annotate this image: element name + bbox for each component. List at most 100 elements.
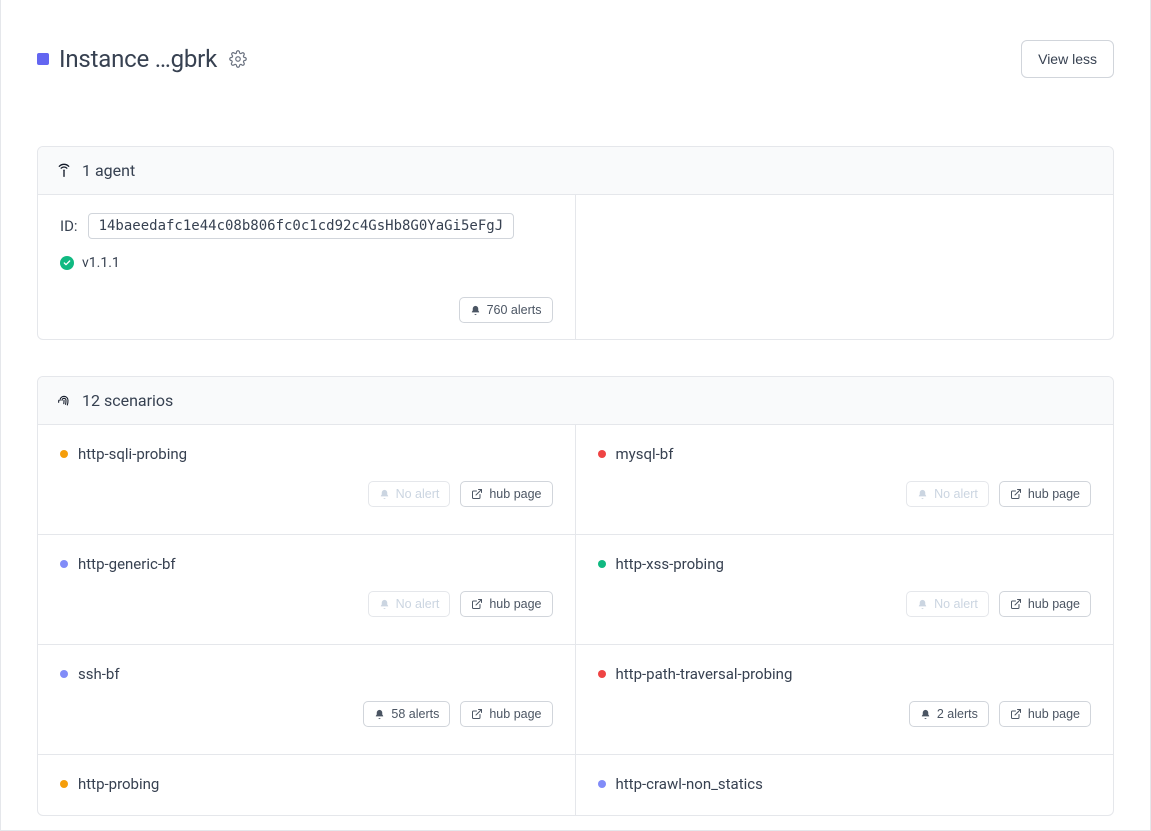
scenario-no-alert-button: No alert xyxy=(368,481,451,507)
scenario-name-row: http-crawl-non_statics xyxy=(598,775,1092,793)
page-title: Instance …gbrk xyxy=(59,45,217,73)
scenario-name: http-path-traversal-probing xyxy=(616,665,793,683)
bell-icon xyxy=(920,709,931,720)
status-dot-icon xyxy=(598,450,606,458)
bell-icon xyxy=(379,489,390,500)
scenario-footer: No alert hub page xyxy=(60,591,553,617)
bell-icon xyxy=(374,709,385,720)
scenarios-card: 12 scenarios http-sqli-probing No alert hu… xyxy=(37,376,1114,816)
status-dot-icon xyxy=(598,780,606,788)
scenario-name: ssh-bf xyxy=(78,665,120,683)
scenario-cell: http-generic-bf No alert hub page xyxy=(38,535,576,645)
agent-alerts-label: 760 alerts xyxy=(487,303,542,317)
status-dot-icon xyxy=(60,780,68,788)
agent-id-row: ID: 14baeedafc1e44c08b806fc0c1cd92c4GsHb… xyxy=(60,213,553,239)
hub-page-button[interactable]: hub page xyxy=(460,481,552,507)
hub-page-button[interactable]: hub page xyxy=(460,701,552,727)
agent-version: v1.1.1 xyxy=(82,255,120,271)
scenario-name-row: mysql-bf xyxy=(598,445,1092,463)
scenario-cell: http-sqli-probing No alert hub page xyxy=(38,425,576,535)
external-link-icon xyxy=(471,598,483,610)
scenario-footer: No alert hub page xyxy=(60,481,553,507)
scenario-cell: http-xss-probing No alert hub page xyxy=(576,535,1114,645)
scenarios-card-header: 12 scenarios xyxy=(38,377,1113,425)
agent-id-label: ID: xyxy=(60,217,78,235)
page: Instance …gbrk View less 1 agent xyxy=(0,0,1151,831)
title-wrap: Instance …gbrk xyxy=(37,45,247,73)
agent-version-row: v1.1.1 xyxy=(60,255,553,271)
hub-page-label: hub page xyxy=(489,707,541,721)
agent-cell: ID: 14baeedafc1e44c08b806fc0c1cd92c4GsHb… xyxy=(38,195,576,339)
hub-page-label: hub page xyxy=(1028,597,1080,611)
status-dot-icon xyxy=(598,560,606,568)
scenarios-body: http-sqli-probingNo alerthub pagemysql-b… xyxy=(38,425,1113,815)
agents-card-header: 1 agent xyxy=(38,147,1113,195)
bell-icon xyxy=(470,305,481,316)
external-link-icon xyxy=(1010,488,1022,500)
scenario-name: http-generic-bf xyxy=(78,555,176,573)
scenario-footer: 58 alerts hub page xyxy=(60,701,553,727)
scenario-footer: No alert hub page xyxy=(598,481,1092,507)
hub-page-button[interactable]: hub page xyxy=(460,591,552,617)
external-link-icon xyxy=(471,708,483,720)
scenario-no-alert-button: No alert xyxy=(906,481,989,507)
scenario-name-row: ssh-bf xyxy=(60,665,553,683)
scenario-name-row: http-sqli-probing xyxy=(60,445,553,463)
scenario-cell: http-probing xyxy=(38,755,576,815)
agent-cell-empty xyxy=(576,195,1114,339)
status-dot-icon xyxy=(60,560,68,568)
hub-page-button[interactable]: hub page xyxy=(999,591,1091,617)
scenario-alerts-label: No alert xyxy=(396,597,440,611)
status-dot-icon xyxy=(60,450,68,458)
scenario-no-alert-button: No alert xyxy=(906,591,989,617)
scenario-cell: http-crawl-non_statics xyxy=(576,755,1114,815)
agent-footer: 760 alerts xyxy=(60,297,553,323)
agents-body: ID: 14baeedafc1e44c08b806fc0c1cd92c4GsHb… xyxy=(38,195,1113,339)
scenario-alerts-label: 2 alerts xyxy=(937,707,978,721)
scenario-footer: 2 alerts hub page xyxy=(598,701,1092,727)
hub-page-button[interactable]: hub page xyxy=(999,481,1091,507)
scenario-cell: ssh-bf 58 alerts hub page xyxy=(38,645,576,755)
scenario-name: http-sqli-probing xyxy=(78,445,187,463)
scenario-footer: No alert hub page xyxy=(598,591,1092,617)
scenario-alerts-button[interactable]: 58 alerts xyxy=(363,701,450,727)
scenario-name: http-xss-probing xyxy=(616,555,724,573)
hub-page-button[interactable]: hub page xyxy=(999,701,1091,727)
status-dot-icon xyxy=(598,670,606,678)
scenarios-card-title: 12 scenarios xyxy=(82,391,173,410)
scenario-cell: mysql-bf No alert hub page xyxy=(576,425,1114,535)
scenario-name-row: http-path-traversal-probing xyxy=(598,665,1092,683)
bell-icon xyxy=(379,599,390,610)
hub-page-label: hub page xyxy=(1028,487,1080,501)
scenario-alerts-button[interactable]: 2 alerts xyxy=(909,701,989,727)
scenario-name: mysql-bf xyxy=(616,445,674,463)
agents-card: 1 agent ID: 14baeedafc1e44c08b806fc0c1cd… xyxy=(37,146,1114,340)
hub-page-label: hub page xyxy=(489,487,541,501)
page-header: Instance …gbrk View less xyxy=(1,0,1150,98)
scenario-name-row: http-probing xyxy=(60,775,553,793)
view-less-button[interactable]: View less xyxy=(1021,40,1114,78)
bell-icon xyxy=(917,599,928,610)
hub-page-label: hub page xyxy=(1028,707,1080,721)
scenario-name: http-probing xyxy=(78,775,159,793)
agent-id-value[interactable]: 14baeedafc1e44c08b806fc0c1cd92c4GsHb8G0Y… xyxy=(88,213,515,239)
instance-color-square xyxy=(37,53,49,65)
fingerprint-icon xyxy=(56,393,72,409)
external-link-icon xyxy=(471,488,483,500)
scenario-no-alert-button: No alert xyxy=(368,591,451,617)
agents-card-title: 1 agent xyxy=(82,161,135,180)
check-circle-icon xyxy=(60,256,74,270)
bell-icon xyxy=(917,489,928,500)
scenario-alerts-label: No alert xyxy=(934,597,978,611)
scenario-name-row: http-xss-probing xyxy=(598,555,1092,573)
settings-gear-icon[interactable] xyxy=(229,50,247,68)
scenario-alerts-label: No alert xyxy=(396,487,440,501)
scenario-name-row: http-generic-bf xyxy=(60,555,553,573)
scenario-alerts-label: 58 alerts xyxy=(391,707,439,721)
agent-alerts-button[interactable]: 760 alerts xyxy=(459,297,553,323)
antenna-icon xyxy=(56,163,72,179)
scenario-name: http-crawl-non_statics xyxy=(616,775,763,793)
external-link-icon xyxy=(1010,708,1022,720)
status-dot-icon xyxy=(60,670,68,678)
scenario-alerts-label: No alert xyxy=(934,487,978,501)
